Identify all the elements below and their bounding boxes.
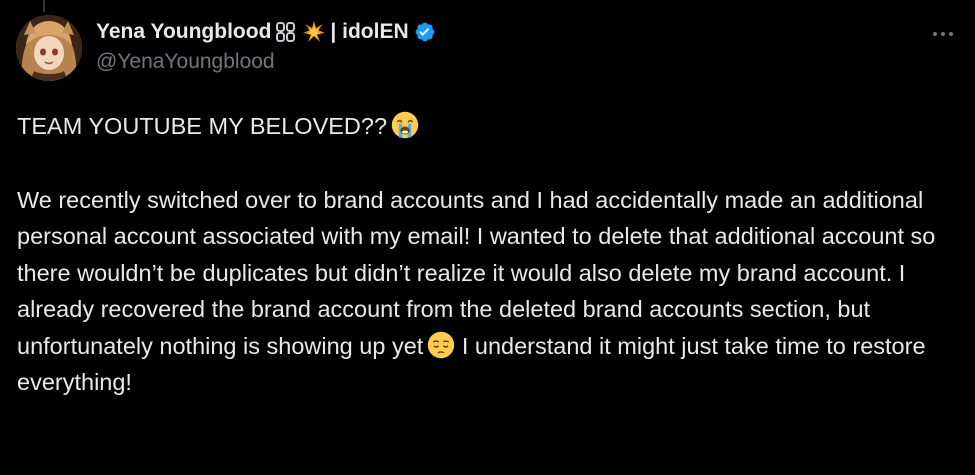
tweet-text: TEAM YOUTUBE MY BELOVED?? We recently sw… [17,108,957,401]
author-display-name[interactable]: Yena Youngblood [96,20,271,44]
author-name-suffix: | idolEN [330,20,409,43]
tweet-heading-line: TEAM YOUTUBE MY BELOVED?? [17,108,957,145]
avatar-image [16,15,82,81]
author-handle[interactable]: @YenaYoungblood [96,50,959,74]
collision-icon [303,21,326,42]
author-name-row: Yena Youngblood | idolEN [96,18,959,46]
more-options-button[interactable] [929,24,957,44]
loudly-crying-face-icon [391,111,419,139]
author-name-emojis [275,20,326,44]
pensive-face-icon [428,331,455,358]
verified-badge-icon[interactable] [414,21,436,43]
more-options-icon [933,32,953,36]
chain-icon [276,22,296,42]
tweet-heading: TEAM YOUTUBE MY BELOVED?? [17,113,388,139]
thread-connector-line [43,0,45,12]
avatar[interactable] [16,15,82,81]
tweet-header: Yena Youngblood | idolEN @YenaYoungblood [96,18,959,74]
tweet-paragraph: We recently switched over to brand accou… [17,182,957,401]
